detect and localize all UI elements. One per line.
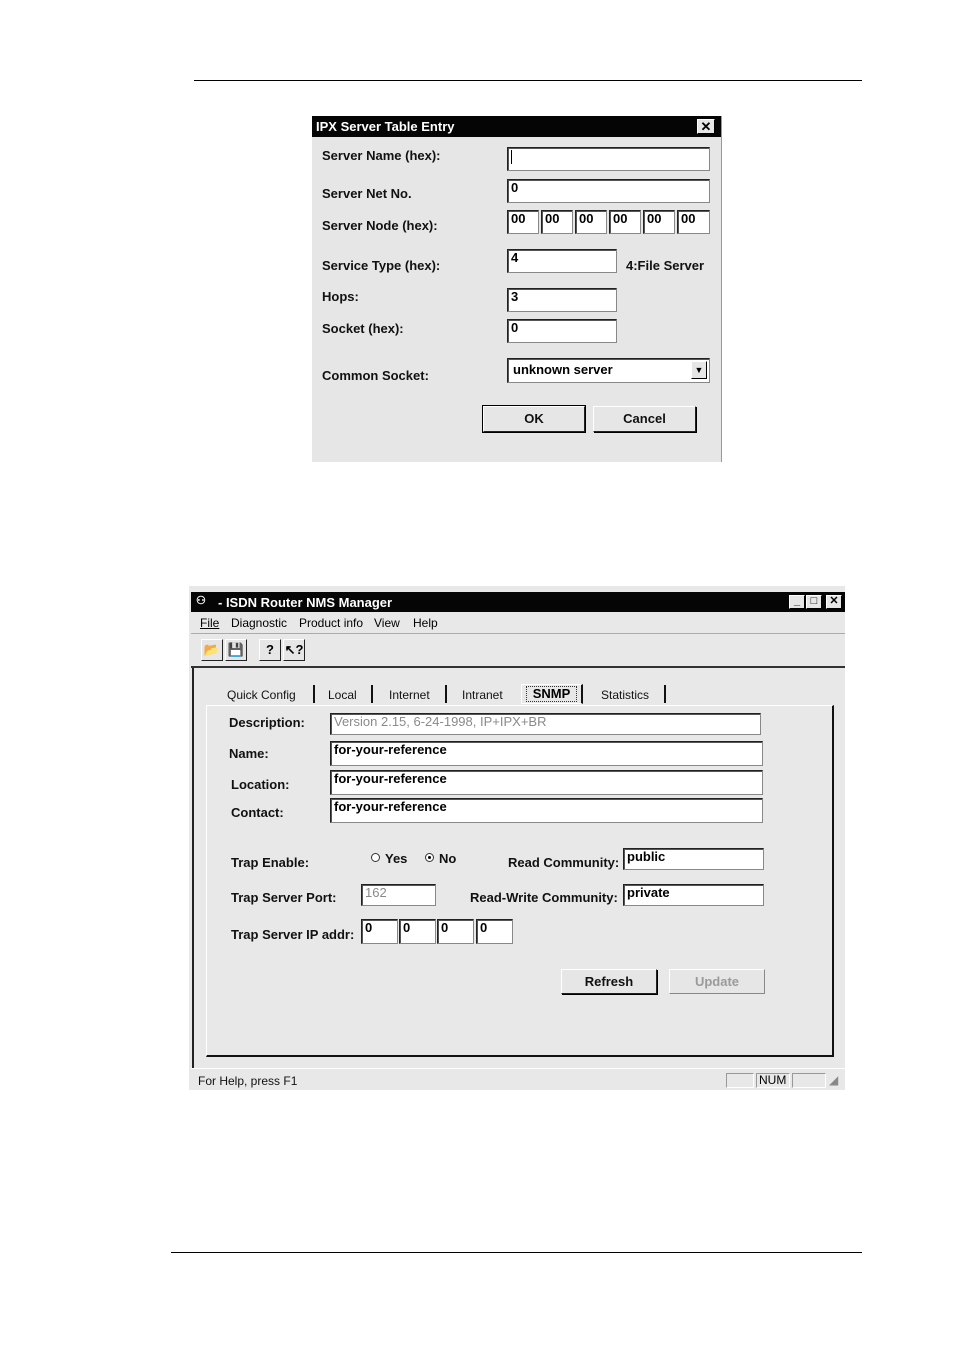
- hops-input[interactable]: 3: [507, 288, 617, 312]
- trap-enable-label: Trap Enable:: [231, 855, 310, 870]
- menu-diagnostic[interactable]: Diagnostic: [231, 616, 287, 630]
- ok-button[interactable]: OK: [482, 405, 586, 433]
- status-panel-caps: [726, 1073, 754, 1088]
- socket-input[interactable]: 0: [507, 319, 617, 343]
- tab-local[interactable]: Local: [328, 688, 357, 702]
- server-node-byte-4[interactable]: 00: [609, 210, 641, 234]
- refresh-button[interactable]: Refresh: [561, 969, 657, 994]
- cancel-button[interactable]: Cancel: [593, 406, 696, 432]
- tab-snmp[interactable]: SNMP: [521, 684, 583, 704]
- frame-edge: [192, 668, 194, 1068]
- location-label: Location:: [231, 777, 290, 792]
- menu-view[interactable]: View: [374, 616, 400, 630]
- close-icon[interactable]: ✕: [826, 595, 842, 609]
- status-panel-num: NUM: [756, 1073, 790, 1088]
- trap-ip-label: Trap Server IP addr:: [231, 927, 355, 942]
- server-node-byte-6[interactable]: 00: [677, 210, 710, 234]
- trap-no-label[interactable]: No: [439, 851, 456, 866]
- minimize-icon[interactable]: _: [789, 595, 805, 609]
- tab-internet[interactable]: Internet: [389, 688, 430, 702]
- server-net-label: Server Net No.: [322, 186, 412, 201]
- menu-help[interactable]: Help: [413, 616, 438, 630]
- help-icon[interactable]: ?: [259, 639, 281, 661]
- window-titlebar: ⚇ - ISDN Router NMS Manager _ □ ✕: [191, 592, 845, 612]
- close-x-icon[interactable]: ✕: [697, 119, 715, 134]
- update-button: Update: [669, 969, 765, 994]
- nms-manager-window: ⚇ - ISDN Router NMS Manager _ □ ✕ File D…: [189, 586, 845, 1090]
- trap-port-label: Trap Server Port:: [231, 890, 337, 905]
- contact-label: Contact:: [231, 805, 284, 820]
- context-help-icon[interactable]: ↖?: [283, 639, 305, 661]
- rw-community-input[interactable]: private: [623, 884, 764, 906]
- socket-label: Socket (hex):: [322, 321, 404, 336]
- tab-separator: [664, 685, 666, 703]
- hops-label: Hops:: [322, 289, 359, 304]
- server-name-label: Server Name (hex):: [322, 148, 441, 163]
- resize-grip-icon[interactable]: ◢: [829, 1073, 838, 1087]
- save-disk-icon[interactable]: 💾: [225, 639, 247, 661]
- tab-quick-config[interactable]: Quick Config: [227, 688, 296, 702]
- maximize-icon[interactable]: □: [806, 595, 822, 609]
- server-node-byte-5[interactable]: 00: [643, 210, 675, 234]
- status-help-text: For Help, press F1: [198, 1074, 298, 1088]
- menu-product-info[interactable]: Product info: [299, 616, 363, 630]
- read-community-label: Read Community:: [508, 855, 620, 870]
- common-socket-select[interactable]: unknown server ▼: [507, 358, 710, 383]
- app-network-icon: ⚇: [196, 595, 206, 607]
- open-folder-icon[interactable]: 📂: [201, 639, 223, 661]
- ipx-server-dialog: IPX Server Table Entry ✕ Server Name (he…: [312, 116, 722, 462]
- server-node-byte-3[interactable]: 00: [575, 210, 607, 234]
- server-node-label: Server Node (hex):: [322, 218, 438, 233]
- service-type-label: Service Type (hex):: [322, 258, 441, 273]
- window-title: - ISDN Router NMS Manager: [218, 595, 393, 610]
- server-node-byte-2[interactable]: 00: [541, 210, 573, 234]
- name-label: Name:: [229, 746, 269, 761]
- description-label: Description:: [229, 715, 305, 730]
- description-field: Version 2.15, 6-24-1998, IP+IPX+BR: [330, 713, 761, 735]
- tab-intranet[interactable]: Intranet: [462, 688, 503, 702]
- read-community-input[interactable]: public: [623, 848, 764, 870]
- toolbar: 📂 💾 ? ↖?: [191, 634, 845, 668]
- status-panel-scroll: [792, 1073, 826, 1088]
- rw-community-label: Read-Write Community:: [470, 890, 618, 905]
- trap-ip-octet-2[interactable]: 0: [399, 919, 436, 944]
- trap-no-radio[interactable]: [425, 853, 434, 862]
- contact-input[interactable]: for-your-reference: [330, 798, 763, 823]
- common-socket-label: Common Socket:: [322, 368, 429, 383]
- tab-snmp-label: SNMP: [526, 686, 577, 702]
- menu-file[interactable]: File: [200, 616, 219, 630]
- server-net-input[interactable]: 0: [507, 179, 710, 203]
- tab-separator: [313, 685, 315, 703]
- trap-yes-label[interactable]: Yes: [385, 851, 407, 866]
- common-socket-value: unknown server: [513, 362, 613, 377]
- trap-port-input: 162: [361, 884, 436, 906]
- trap-ip-octet-3[interactable]: 0: [437, 919, 474, 944]
- tab-statistics[interactable]: Statistics: [601, 688, 649, 702]
- dialog-title: IPX Server Table Entry: [316, 119, 455, 134]
- name-input[interactable]: for-your-reference: [330, 741, 763, 766]
- header-rule: [194, 80, 862, 81]
- chevron-down-icon[interactable]: ▼: [691, 361, 707, 379]
- tab-separator: [445, 685, 447, 703]
- server-node-byte-1[interactable]: 00: [507, 210, 539, 234]
- service-type-input[interactable]: 4: [507, 249, 617, 273]
- tab-separator: [371, 685, 373, 703]
- status-bar: For Help, press F1 NUM ◢: [191, 1068, 845, 1091]
- trap-ip-octet-1[interactable]: 0: [361, 919, 398, 944]
- server-name-input[interactable]: [507, 147, 710, 171]
- trap-yes-radio[interactable]: [371, 853, 380, 862]
- service-type-description: 4:File Server: [626, 258, 705, 273]
- menu-bar: File Diagnostic Product info View Help: [191, 613, 845, 634]
- trap-ip-octet-4[interactable]: 0: [476, 919, 513, 944]
- footer-rule: [171, 1252, 862, 1253]
- location-input[interactable]: for-your-reference: [330, 770, 763, 795]
- dialog-titlebar: IPX Server Table Entry ✕: [312, 116, 721, 137]
